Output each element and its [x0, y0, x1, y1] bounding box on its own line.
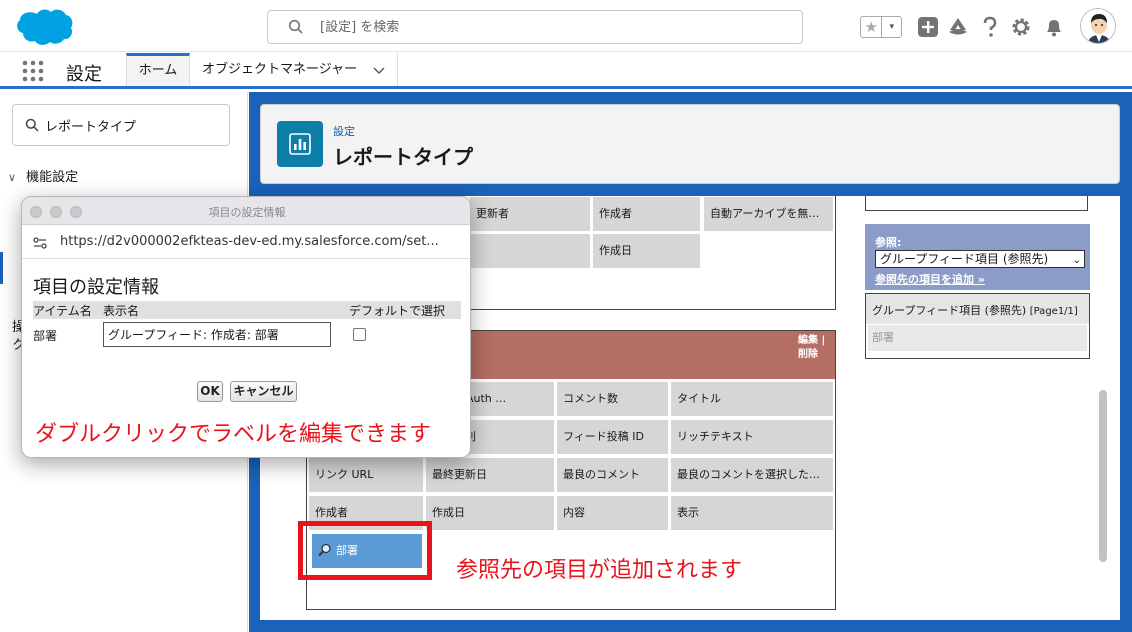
- salesforce-logo-icon[interactable]: [12, 6, 74, 48]
- nav-section-feature-settings[interactable]: ∨ 機能設定: [8, 166, 78, 185]
- favorites-button[interactable]: ★ ▾: [860, 16, 902, 38]
- field-cell[interactable]: 作成日: [426, 496, 554, 530]
- popup-heading: 項目の設定情報: [33, 277, 159, 298]
- global-search[interactable]: [267, 10, 803, 44]
- highlight-frame: [298, 521, 432, 580]
- right-panel-top-box: [865, 196, 1088, 211]
- field-group-page: [Page1/1]: [1029, 306, 1078, 317]
- report-type-icon: [277, 121, 323, 167]
- field-cell[interactable]: リッチテキスト: [671, 420, 833, 454]
- field-cell[interactable]: タイトル: [671, 382, 833, 416]
- field-cell[interactable]: 最良のコメント: [557, 458, 668, 492]
- field-cell[interactable]: 更新者: [470, 197, 590, 231]
- ok-button[interactable]: OK: [197, 381, 223, 402]
- section-actions[interactable]: 編集 | 削除: [798, 334, 834, 362]
- popup-url: https://d2v000002efkteas-dev-ed.my.sales…: [60, 234, 439, 249]
- user-avatar-icon: [1081, 9, 1115, 43]
- field-cell[interactable]: コメント数: [557, 382, 668, 416]
- tab-object-manager-label: オブジェクトマネージャー: [202, 62, 358, 77]
- add-icon[interactable]: [917, 16, 939, 38]
- cancel-button[interactable]: キャンセル: [230, 381, 297, 402]
- popup-table-header: アイテム名 表示名 デフォルトで選択: [33, 301, 461, 319]
- field-cell[interactable]: 表示: [671, 496, 833, 530]
- field-properties-popup: 項目の設定情報 https://d2v000002efkteas-dev-ed.…: [21, 196, 471, 458]
- field-cell[interactable]: フィード投稿 ID: [557, 420, 668, 454]
- annotation-popup-note: ダブルクリックでラベルを編集できます: [35, 422, 432, 447]
- popup-row-item-name: 部署: [33, 329, 58, 343]
- bell-icon[interactable]: [1043, 16, 1065, 38]
- display-name-input[interactable]: [103, 322, 331, 347]
- default-selected-checkbox[interactable]: [353, 328, 366, 341]
- tab-home[interactable]: ホーム: [126, 53, 190, 86]
- app-name: 設定: [66, 64, 102, 85]
- field-cell[interactable]: リンク URL: [309, 458, 423, 492]
- popup-titlebar[interactable]: 項目の設定情報: [22, 197, 470, 225]
- search-icon: [25, 118, 39, 132]
- column-default-selected: デフォルトで選択: [349, 304, 446, 318]
- field-cell[interactable]: [470, 234, 590, 268]
- site-settings-icon[interactable]: [32, 235, 48, 251]
- gear-icon[interactable]: [1010, 16, 1032, 38]
- field-cell[interactable]: 作成者: [593, 197, 700, 231]
- field-cell[interactable]: 最良のコメントを選択したユ…: [671, 458, 833, 492]
- quick-find-input[interactable]: [45, 116, 225, 134]
- field-cell[interactable]: 最終更新日: [426, 458, 554, 492]
- lookup-select-value: グループフィード項目 (参照先): [880, 252, 1049, 266]
- nav-section-label: 機能設定: [26, 170, 79, 185]
- quick-find[interactable]: [12, 104, 230, 146]
- chevron-down-icon: ∨: [8, 171, 17, 184]
- popup-url-bar: https://d2v000002efkteas-dev-ed.my.sales…: [22, 225, 470, 259]
- field-cell[interactable]: 自動アーカイブを無効化: [704, 197, 833, 231]
- field-group-header: グループフィード項目 (参照先) [Page1/1]: [866, 294, 1089, 324]
- favorites-dropdown-icon[interactable]: ▾: [882, 17, 901, 37]
- lookup-label: 参照:: [875, 236, 902, 249]
- field-group-item[interactable]: 部署: [868, 325, 1087, 351]
- help-icon[interactable]: [979, 16, 1001, 38]
- trailhead-icon[interactable]: [947, 16, 969, 38]
- breadcrumb[interactable]: 設定: [333, 123, 355, 139]
- column-item-name: アイテム名: [33, 304, 92, 318]
- chevron-down-icon[interactable]: [373, 64, 385, 76]
- star-icon: ★: [861, 17, 883, 37]
- lookup-select[interactable]: グループフィード項目 (参照先) ⌄: [875, 250, 1085, 268]
- search-icon: [288, 19, 303, 34]
- page-title: レポートタイプ: [333, 145, 473, 169]
- field-cell[interactable]: 作成日: [593, 234, 700, 268]
- global-search-input[interactable]: [320, 17, 780, 37]
- add-lookup-fields-link[interactable]: 参照先の項目を追加 »: [875, 271, 985, 287]
- nav-active-indicator: [0, 252, 3, 284]
- scrollbar-thumb[interactable]: [1099, 390, 1107, 562]
- page-header: 設定 レポートタイプ: [260, 104, 1120, 184]
- tab-object-manager[interactable]: オブジェクトマネージャー: [190, 53, 398, 86]
- annotation-added-note: 参照先の項目が追加されます: [456, 558, 743, 583]
- context-bar: 設定 ホーム オブジェクトマネージャー: [0, 53, 1132, 89]
- field-cell[interactable]: 内容: [557, 496, 668, 530]
- user-avatar[interactable]: [1080, 8, 1116, 44]
- app-launcher-icon[interactable]: [22, 60, 44, 82]
- field-group-title: グループフィード項目 (参照先): [872, 304, 1027, 317]
- global-header: ★ ▾: [0, 0, 1132, 52]
- chevron-down-icon: ⌄: [1072, 255, 1081, 266]
- popup-window-title: 項目の設定情報: [208, 206, 286, 219]
- column-display-name: 表示名: [103, 304, 140, 318]
